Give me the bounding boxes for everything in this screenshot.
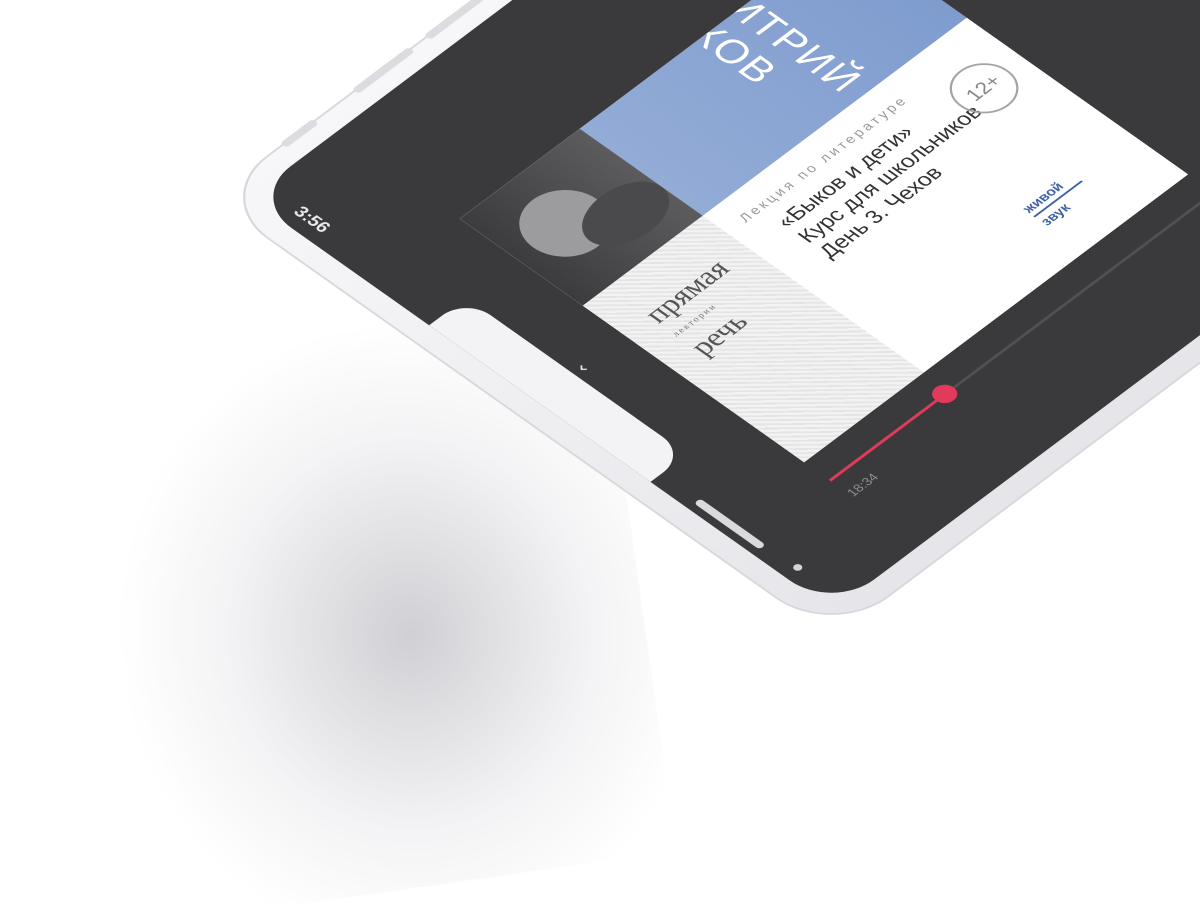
publisher-logo: прямая лектории речь <box>637 255 780 361</box>
camera <box>791 562 805 573</box>
status-time: 3:56 <box>289 202 336 236</box>
elapsed-time: 18:34 <box>843 470 882 499</box>
live-sound-logo: живой звук <box>1018 170 1097 228</box>
